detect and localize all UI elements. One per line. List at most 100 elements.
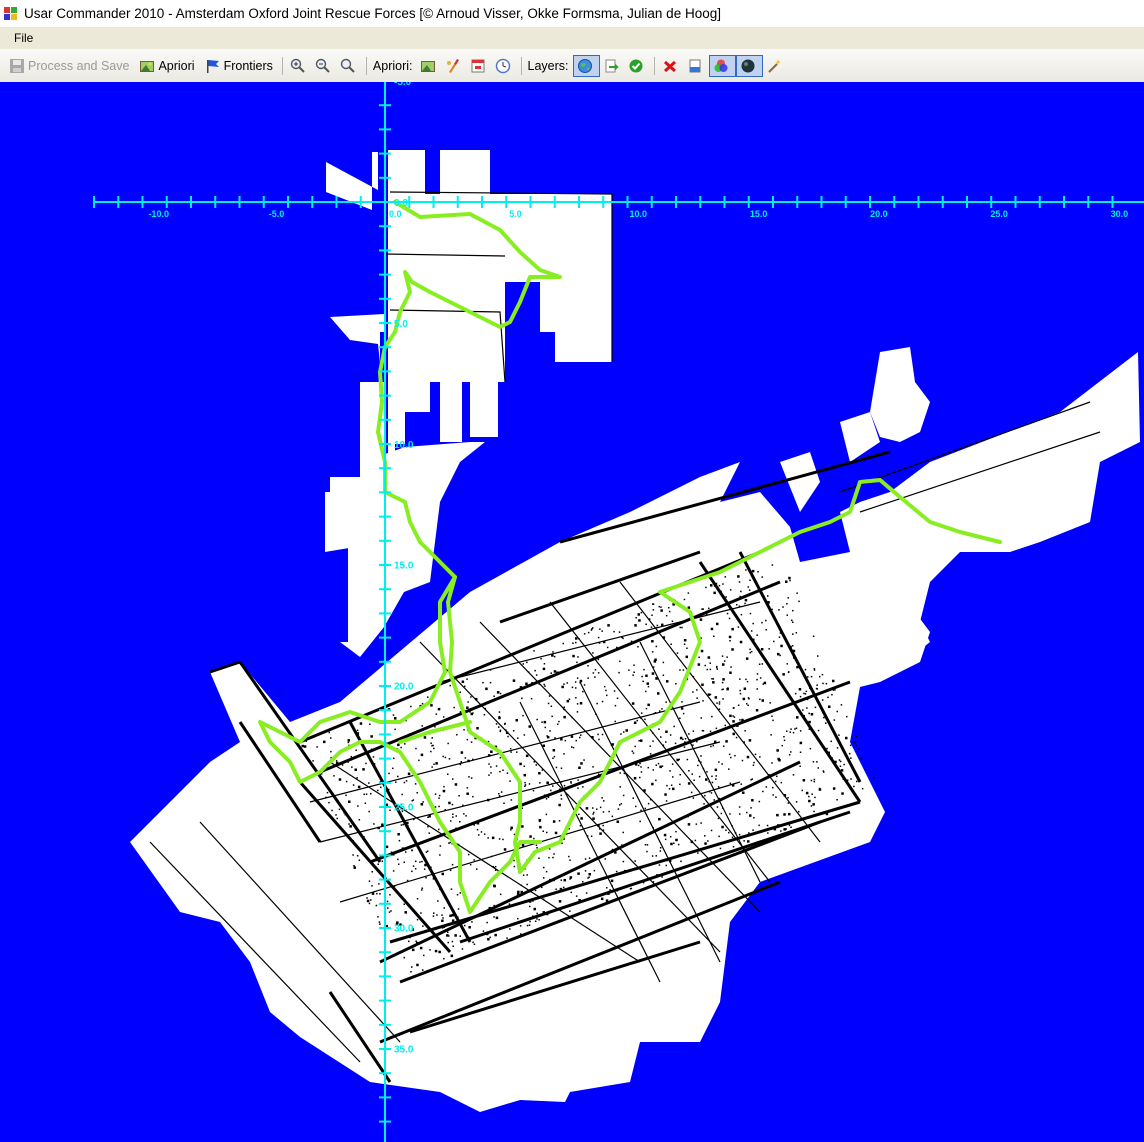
obstacle-speckle — [758, 800, 761, 803]
obstacle-speckle — [579, 825, 582, 827]
apriori-image-button[interactable] — [417, 55, 442, 77]
obstacle-speckle — [470, 696, 472, 698]
layer-delete-toggle[interactable] — [659, 55, 684, 77]
obstacle-speckle — [714, 582, 718, 586]
obstacle-speckle — [657, 762, 660, 765]
layer-colors-toggle[interactable] — [708, 54, 736, 77]
obstacle-speckle — [494, 933, 497, 937]
obstacle-speckle — [522, 663, 524, 665]
obstacle-speckle — [769, 702, 771, 704]
obstacle-speckle — [472, 941, 474, 944]
obstacle-speckle — [640, 766, 642, 768]
apriori-clock-button[interactable] — [492, 55, 517, 77]
obstacle-speckle — [558, 720, 560, 723]
obstacle-speckle — [529, 835, 532, 838]
obstacle-speckle — [533, 837, 535, 840]
obstacle-speckle — [347, 761, 349, 763]
obstacle-speckle — [758, 824, 760, 827]
obstacle-speckle — [431, 745, 433, 747]
obstacle-speckle — [658, 605, 660, 608]
obstacle-speckle — [330, 737, 332, 739]
apriori-calendar-button[interactable] — [467, 55, 492, 77]
menu-file[interactable]: File — [0, 31, 41, 45]
obstacle-speckle — [788, 812, 791, 816]
obstacle-speckle — [557, 890, 559, 893]
obstacle-speckle — [467, 701, 469, 703]
obstacle-speckle — [370, 792, 372, 795]
zoom-out-button[interactable] — [312, 55, 337, 77]
obstacle-speckle — [794, 692, 797, 695]
obstacle-speckle — [571, 746, 573, 748]
layer-check-toggle[interactable] — [625, 55, 650, 77]
layer-sphere-toggle[interactable] — [735, 54, 763, 77]
layer-doc-toggle[interactable] — [684, 55, 709, 77]
obstacle-speckle — [653, 660, 657, 663]
obstacle-speckle — [770, 734, 772, 736]
obstacle-speckle — [400, 824, 403, 826]
apriori-button[interactable]: Apriori — [136, 55, 197, 77]
obstacle-speckle — [359, 722, 363, 725]
obstacle-speckle — [646, 844, 649, 846]
obstacle-speckle — [485, 687, 487, 689]
layer-globe-toggle[interactable] — [572, 54, 600, 77]
obstacle-speckle — [832, 787, 836, 790]
obstacle-speckle — [432, 915, 435, 917]
obstacle-speckle — [713, 799, 715, 801]
obstacle-speckle — [640, 809, 642, 812]
obstacle-speckle — [438, 950, 441, 954]
obstacle-speckle — [495, 765, 498, 767]
obstacle-speckle — [690, 840, 694, 844]
obstacle-speckle — [454, 934, 457, 937]
obstacle-speckle — [759, 677, 762, 679]
obstacle-speckle — [569, 910, 571, 912]
obstacle-speckle — [652, 603, 654, 605]
obstacle-speckle — [718, 708, 721, 710]
obstacle-speckle — [681, 626, 683, 629]
obstacle-speckle — [434, 806, 437, 808]
obstacle-speckle — [661, 708, 663, 710]
apriori-brush-button[interactable] — [442, 55, 467, 77]
obstacle-speckle — [732, 715, 734, 717]
obstacle-speckle — [364, 802, 367, 804]
obstacle-speckle — [560, 738, 563, 741]
obstacle-speckle — [348, 823, 350, 825]
obstacle-speckle — [550, 705, 553, 707]
obstacle-speckle — [560, 798, 563, 800]
obstacle-speckle — [584, 870, 587, 872]
obstacle-speckle — [692, 730, 695, 732]
obstacle-speckle — [433, 763, 435, 765]
y-axis-label: 30.0 — [394, 923, 414, 934]
zoom-in-button[interactable] — [287, 55, 312, 77]
obstacle-speckle — [739, 813, 741, 815]
layer-wand-toggle[interactable] — [763, 55, 788, 77]
obstacle-speckle — [838, 734, 840, 736]
obstacle-speckle — [450, 954, 454, 958]
clock-icon — [495, 58, 511, 74]
process-save-label: Process and Save — [28, 58, 130, 73]
obstacle-speckle — [799, 741, 803, 745]
obstacle-speckle — [616, 890, 619, 892]
zoom-reset-button[interactable] — [337, 55, 362, 77]
obstacle-speckle — [753, 817, 755, 819]
layer-arrow-toggle[interactable] — [600, 55, 625, 77]
obstacle-speckle — [775, 796, 777, 798]
obstacle-speckle — [579, 702, 583, 705]
obstacle-speckle — [808, 728, 810, 730]
obstacle-speckle — [469, 863, 472, 866]
map-canvas[interactable]: -10.0 -5.0 0.0 5.0 10.0 15.0 20.0 25.0 30.0 -5.0 0… — [0, 82, 1144, 1142]
obstacle-speckle — [710, 745, 712, 748]
obstacle-speckle — [759, 698, 761, 701]
obstacle-speckle — [704, 842, 707, 845]
obstacle-speckle — [771, 762, 773, 764]
obstacle-speckle — [668, 859, 672, 863]
obstacle-speckle — [705, 586, 707, 589]
obstacle-speckle — [846, 779, 849, 781]
obstacle-speckle — [711, 715, 713, 718]
obstacle-speckle — [352, 854, 354, 856]
obstacle-speckle — [813, 810, 815, 813]
obstacle-speckle — [644, 844, 647, 846]
obstacle-speckle — [543, 683, 545, 686]
process-save-button[interactable]: Process and Save — [6, 55, 132, 77]
frontiers-button[interactable]: Frontiers — [202, 55, 276, 77]
obstacle-speckle — [751, 799, 754, 802]
